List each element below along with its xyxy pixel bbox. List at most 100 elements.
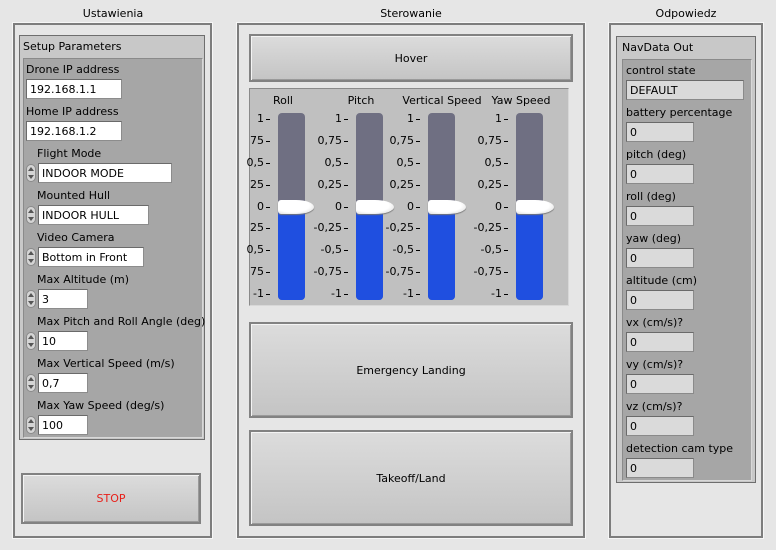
emergency-landing-button[interactable]: Emergency Landing [249, 322, 573, 418]
video-camera-spinner[interactable] [26, 248, 36, 266]
slider-thumb[interactable] [428, 199, 466, 214]
slider-tick-label: 0,25 [389, 177, 415, 191]
navdata-value: DEFAULT [626, 80, 744, 100]
slider-tick-mark [344, 272, 348, 273]
slider-tick-label: 0 [495, 199, 502, 213]
slider-tick-label: 1 [257, 112, 264, 125]
settings-panel-title: Ustawienia [82, 7, 144, 20]
drone-ip-input[interactable]: 192.168.1.1 [26, 79, 122, 99]
slider-tick-mark [266, 250, 270, 251]
slider-fill [428, 207, 455, 300]
slider-tick-mark [504, 141, 508, 142]
response-panel-title: Odpowiedz [655, 7, 717, 20]
slider-tick-label: 0,5 [396, 155, 415, 169]
setup-parameters-title: Setup Parameters [23, 40, 122, 53]
slider-tick-label: -0,25 [385, 221, 414, 235]
navdata-label: detection cam type [626, 442, 734, 455]
mounted-hull-spinner[interactable] [26, 206, 36, 224]
max-altitude-spinner[interactable] [26, 290, 36, 308]
max-pitch-roll-spinner[interactable] [26, 332, 36, 350]
slider-tick-mark [344, 119, 348, 120]
slider-tick-label: 25 [250, 221, 264, 235]
slider-tick-mark [344, 250, 348, 251]
navdata-value: 0 [626, 206, 694, 226]
slider-tick-label: 0,25 [317, 177, 343, 191]
home-ip-input[interactable]: 192.168.1.2 [26, 121, 122, 141]
slider-tick-label: 0,25 [477, 177, 503, 191]
navdata-value: 0 [626, 290, 694, 310]
slider-tick-mark [344, 141, 348, 142]
slider-tick-mark [504, 207, 508, 208]
slider-tick-mark [344, 207, 348, 208]
slider-tick-mark [344, 163, 348, 164]
slider-tick-label: 25 [250, 177, 264, 191]
slider-tick-label: 0 [335, 199, 342, 213]
slider-tick-mark [266, 185, 270, 186]
slider-tick-label: -1 [403, 287, 414, 300]
slider-tick-mark [416, 163, 420, 164]
slider-tick-label: 0 [407, 199, 414, 213]
mounted-hull-label: Mounted Hull [37, 189, 111, 202]
emergency-landing-button-label: Emergency Landing [356, 363, 466, 377]
hover-button[interactable]: Hover [249, 34, 573, 82]
max-yaw-speed-input[interactable]: 100 [38, 415, 88, 435]
slider-tick-label: -0,75 [385, 265, 414, 279]
slider-tick-label: -0,5 [320, 243, 342, 257]
slider-tick-label: 1 [407, 112, 414, 125]
slider-label: Yaw Speed [491, 94, 551, 107]
slider-tick-mark [504, 272, 508, 273]
slider-tick-label: 0,5 [246, 155, 265, 169]
drone-ip-label: Drone IP address [26, 63, 120, 76]
slider-tick-label: 0 [257, 199, 264, 213]
slider-tick-mark [416, 294, 420, 295]
mounted-hull-select[interactable]: INDOOR HULL [38, 205, 149, 225]
slider-tick-label: -0,25 [313, 221, 342, 235]
flight-mode-select[interactable]: INDOOR MODE [38, 163, 172, 183]
max-vertical-speed-spinner[interactable] [26, 374, 36, 392]
slider-tick-label: -0,25 [473, 221, 502, 235]
slider-tick-label: -1 [253, 287, 264, 300]
slider-tick-mark [266, 163, 270, 164]
slider-tick-label: 0,5 [484, 155, 503, 169]
slider-tick-mark [504, 294, 508, 295]
stop-button[interactable]: STOP [21, 473, 201, 524]
slider-tick-label: 0,75 [317, 133, 343, 147]
navdata-title: NavData Out [622, 41, 694, 54]
slider-tick-label: -1 [491, 287, 502, 300]
slider-tick-mark [416, 185, 420, 186]
navdata-label: control state [626, 64, 696, 77]
max-vertical-speed-input[interactable]: 0,7 [38, 373, 88, 393]
video-camera-select[interactable]: Bottom in Front [38, 247, 144, 267]
slider-thumb[interactable] [516, 199, 554, 214]
slider-tick-mark [344, 185, 348, 186]
max-pitch-roll-input[interactable]: 10 [38, 331, 88, 351]
navdata-label: pitch (deg) [626, 148, 687, 161]
max-yaw-speed-label: Max Yaw Speed (deg/s) [37, 399, 165, 412]
slider-tick-label: 1 [335, 112, 342, 125]
slider-tick-label: 0,75 [477, 133, 503, 147]
slider-tick-mark [504, 163, 508, 164]
max-yaw-speed-spinner[interactable] [26, 416, 36, 434]
slider-tick-label: 0,75 [389, 133, 415, 147]
max-altitude-input[interactable]: 3 [38, 289, 88, 309]
slider-tick-mark [416, 119, 420, 120]
max-pitch-roll-label: Max Pitch and Roll Angle (deg) [37, 315, 206, 328]
slider-tick-mark [416, 228, 420, 229]
max-altitude-label: Max Altitude (m) [37, 273, 130, 286]
navdata-value: 0 [626, 458, 694, 478]
slider-tick-mark [344, 294, 348, 295]
flight-mode-spinner[interactable] [26, 164, 36, 182]
navdata-label: vy (cm/s)? [626, 358, 684, 371]
slider-tick-label: 1 [495, 112, 502, 125]
takeoff-land-button[interactable]: Takeoff/Land [249, 430, 573, 526]
control-panel-title: Sterowanie [380, 7, 442, 20]
slider-tick-mark [344, 228, 348, 229]
navdata-label: battery percentage [626, 106, 733, 119]
slider-tick-mark [504, 228, 508, 229]
slider-tick-mark [266, 272, 270, 273]
slider-tick-label: 75 [250, 265, 264, 279]
slider-tick-label: 75 [250, 133, 264, 147]
slider-tick-mark [416, 272, 420, 273]
navdata-label: vx (cm/s)? [626, 316, 684, 329]
navdata-value: 0 [626, 374, 694, 394]
